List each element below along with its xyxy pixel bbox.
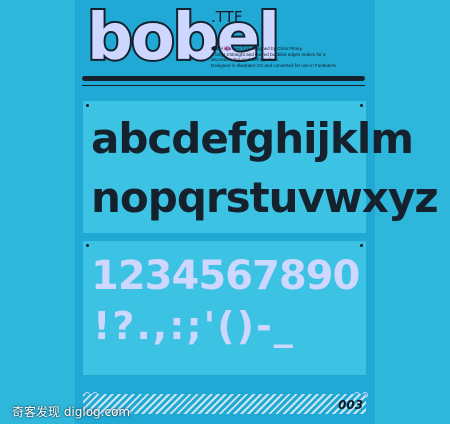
corner-dot-icon [360, 104, 363, 107]
file-extension-label: .TTF [211, 8, 243, 26]
header-divider-thin [82, 85, 365, 86]
corner-dot-icon [86, 104, 89, 107]
lowercase-row-1: abcdefghijklm [91, 114, 414, 163]
corner-dot-icon [360, 244, 363, 247]
punctuation-row: !?.,:;'()-_ [93, 304, 295, 348]
lowercase-row-2: nopqrstuvwxyz [91, 173, 439, 222]
font-description: Bobel is a new font designed by Chris Pi… [211, 46, 366, 68]
issue-number: 003 [338, 398, 364, 412]
description-line: Designed in Illustrator CS and converted… [211, 62, 336, 68]
site-watermark: 奇客发现 diglog.com [12, 405, 131, 419]
corner-dot-icon [86, 244, 89, 247]
digits-row: 1234567890 [91, 253, 360, 299]
header-divider-thick [82, 76, 365, 81]
